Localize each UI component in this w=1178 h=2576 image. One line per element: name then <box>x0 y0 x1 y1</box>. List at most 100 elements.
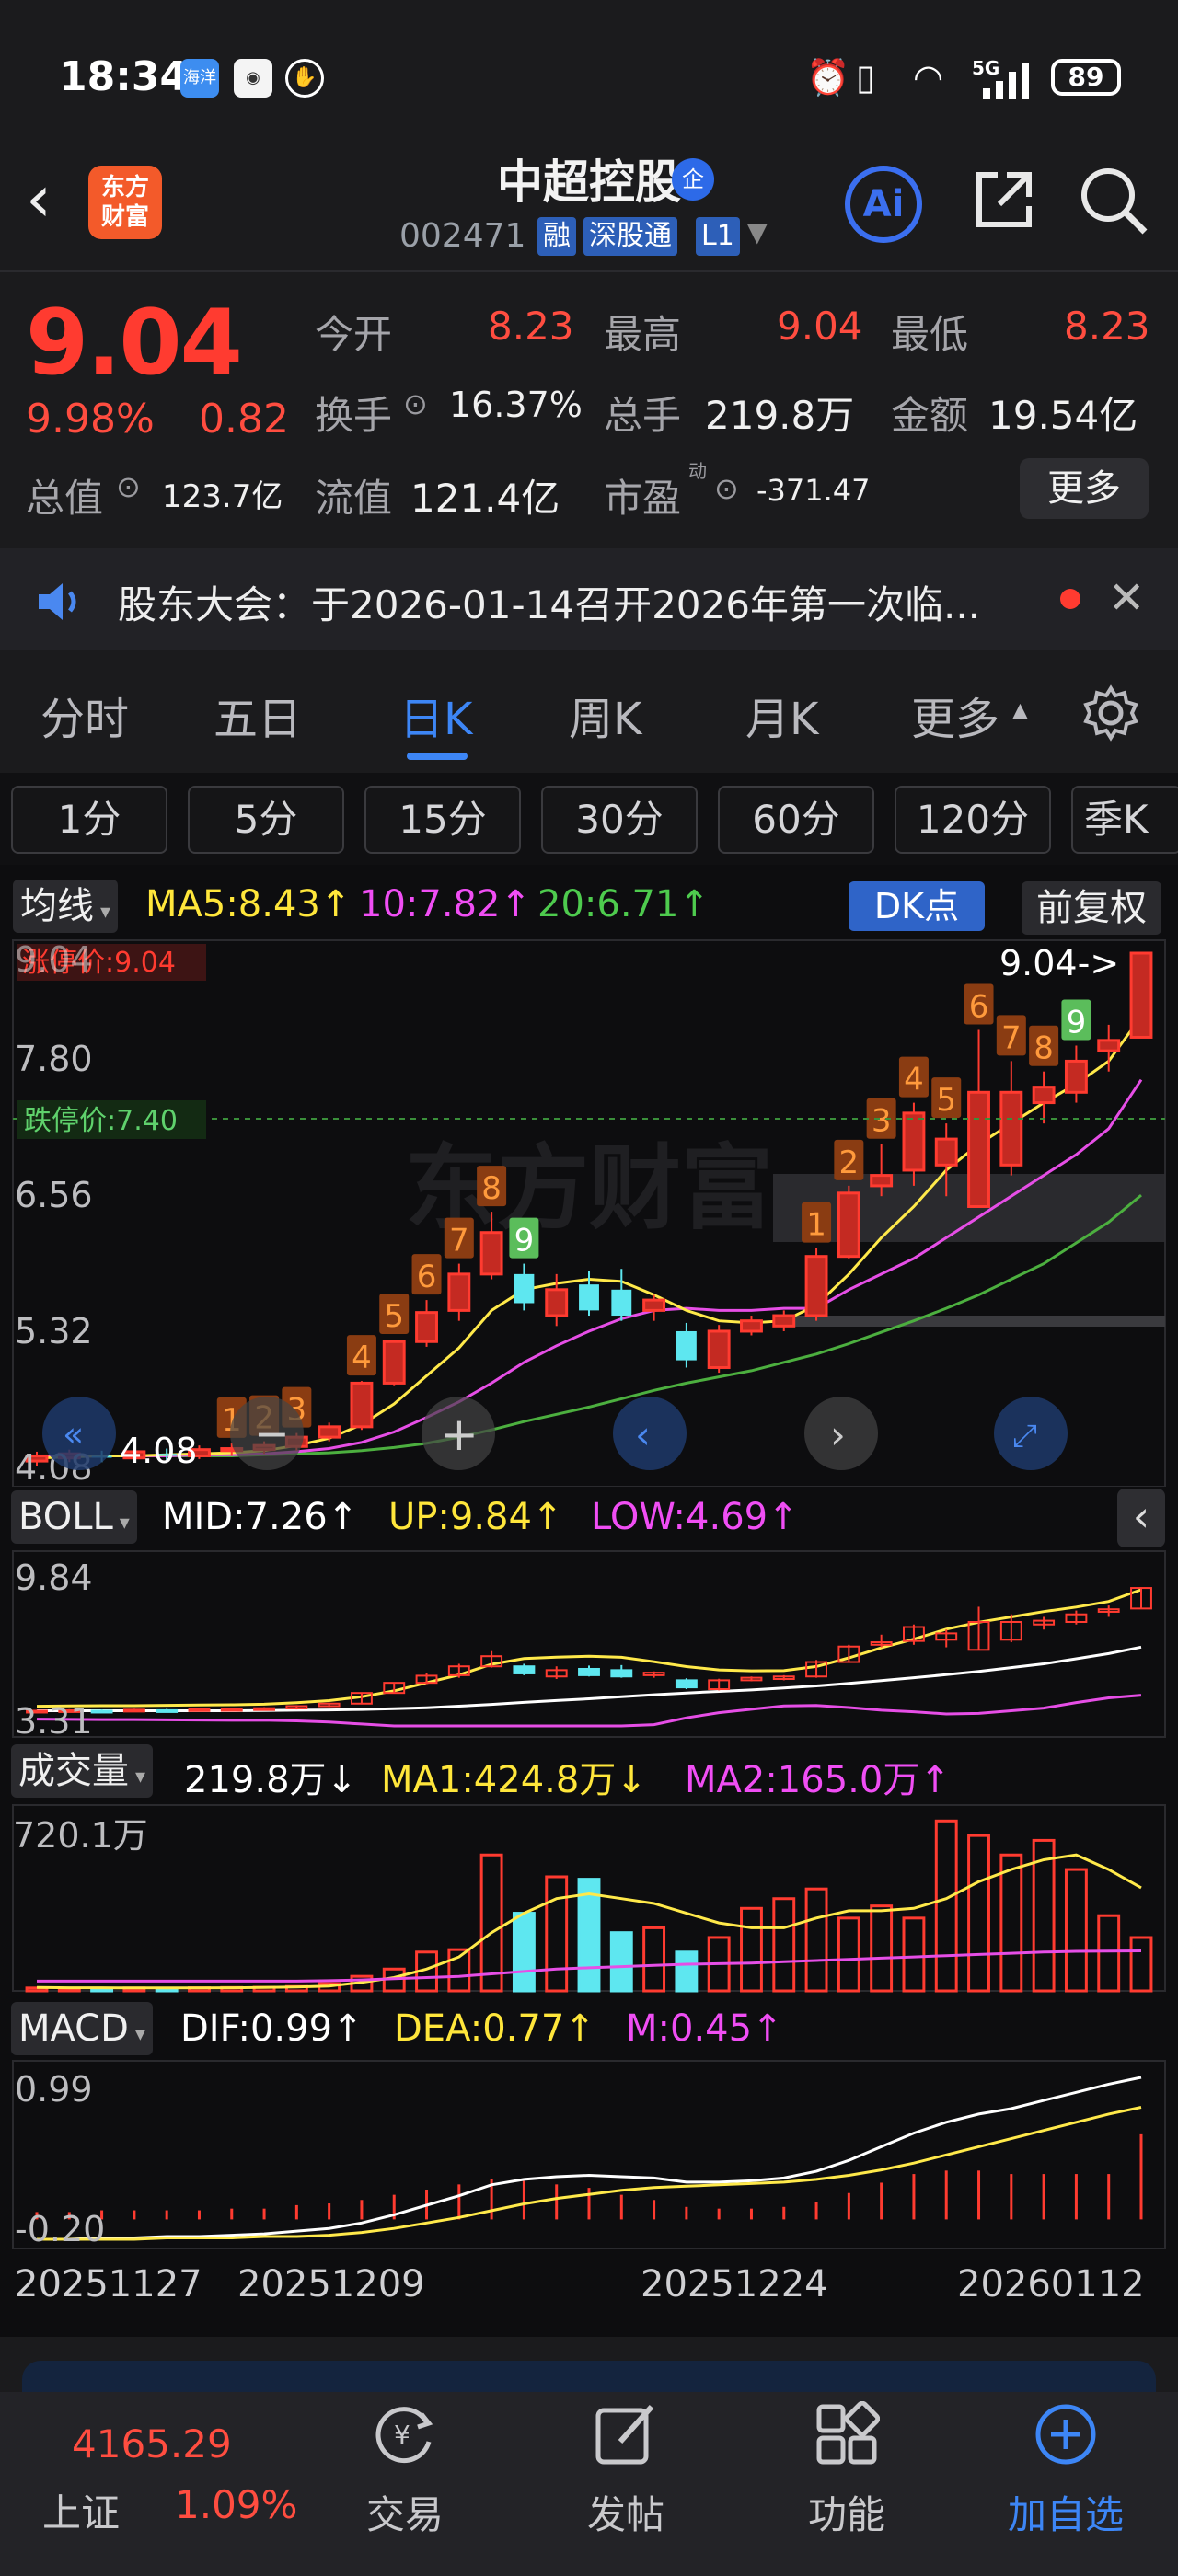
macd-name: MACD <box>18 2007 129 2050</box>
volume-bar <box>967 1834 990 1993</box>
tab-more[interactable]: 更多 <box>911 683 999 747</box>
support-line <box>773 1316 1165 1327</box>
search-icon[interactable] <box>1079 166 1149 236</box>
boll-candle-body <box>253 1707 275 1711</box>
ma10-label: 10:7.82↑ <box>359 883 531 926</box>
x-date-4: 20260112 <box>957 2263 1145 2306</box>
notice-text[interactable]: 股东大会：于2026-01-14召开2026年第一次临... <box>118 574 980 630</box>
macd-dif-label: DIF:0.99↑ <box>180 2007 364 2050</box>
volume-bar <box>609 1931 633 1993</box>
period-1min[interactable]: 1分 <box>11 786 167 854</box>
browser-notification-icon: ◉ <box>234 59 272 98</box>
enterprise-badge: 企 <box>672 158 714 201</box>
info-icon[interactable]: ⊙ <box>403 386 428 421</box>
ai-assistant-icon[interactable]: Ai <box>845 166 922 243</box>
period-5min[interactable]: 5分 <box>188 786 344 854</box>
macd-indicator-selector[interactable]: MACD ▾ <box>11 2002 153 2055</box>
macd-dea-line <box>37 2106 1142 2241</box>
logo-line1: 东方 <box>100 174 149 201</box>
macd-dea-label: DEA:0.77↑ <box>394 2007 595 2050</box>
collapse-panel-button[interactable]: ‹ <box>1117 1489 1165 1547</box>
caret-up-icon: ▲ <box>1012 699 1028 722</box>
gear-icon[interactable] <box>1082 684 1139 742</box>
float-cap-label: 流值 <box>315 476 393 521</box>
candlestick-chart[interactable]: 东方财富 123456789123456789 涨停价:9.04 9.04 跌停… <box>0 935 1178 1487</box>
index-value[interactable]: 4165.29 <box>72 2421 232 2467</box>
low-price-marker: 4.08 <box>120 1431 198 1471</box>
boll-indicator-selector[interactable]: BOLL ▾ <box>11 1490 137 1544</box>
index-name[interactable]: 上证 <box>42 2482 120 2538</box>
tab-daily-k[interactable]: 日K <box>399 683 472 747</box>
functions-icon[interactable] <box>814 2401 880 2467</box>
trade-icon[interactable]: ¥ <box>372 2401 438 2467</box>
info-icon[interactable]: ⊙ <box>714 471 739 506</box>
period-quarterly[interactable]: 季K <box>1071 786 1178 854</box>
dk-point-button[interactable]: DK点 <box>849 881 985 931</box>
volume-bar <box>479 1853 503 1993</box>
back-icon[interactable]: ‹ <box>26 167 72 231</box>
stock-name[interactable]: 中超控股 <box>405 145 773 212</box>
y-tick-3: 6.56 <box>15 1175 93 1215</box>
x-date-1: 20251127 <box>15 2263 202 2306</box>
share-icon[interactable] <box>970 166 1038 234</box>
nav-add-watchlist[interactable]: 加自选 <box>992 2484 1139 2540</box>
change-amount: 0.82 <box>199 396 289 443</box>
info-icon[interactable]: ⊙ <box>116 469 141 504</box>
volume-indicator-selector[interactable]: 成交量 ▾ <box>11 1744 154 1798</box>
period-30min[interactable]: 30分 <box>541 786 698 854</box>
header-divider <box>0 270 1178 272</box>
add-watchlist-icon[interactable] <box>1033 2401 1099 2467</box>
period-60min[interactable]: 60分 <box>718 786 874 854</box>
td-count-label: 9 <box>1067 1004 1087 1041</box>
battery-indicator: 89 <box>1051 59 1121 96</box>
td-count-label: 7 <box>1001 1019 1022 1056</box>
volume-chart[interactable]: 720.1万 <box>0 1803 1178 1993</box>
double-chevron-left-icon: « <box>63 1414 84 1455</box>
macd-y-bottom: -0.20 <box>15 2209 105 2249</box>
latest-price-marker: 9.04-> <box>999 943 1119 983</box>
candle-body <box>870 1174 894 1188</box>
close-icon[interactable]: ✕ <box>1108 572 1145 624</box>
stock-connect-tag: 深股通 <box>583 217 677 256</box>
volume-value-label: 219.8万↓ <box>184 1759 358 1801</box>
tab-monthly-k[interactable]: 月K <box>745 683 818 747</box>
ma20-label: 20:6.71↑ <box>537 883 710 926</box>
tab-five-day[interactable]: 五日 <box>214 683 302 747</box>
index-change-pct[interactable]: 1.09% <box>175 2482 297 2527</box>
td-count-label: 4 <box>904 1062 924 1098</box>
adjust-mode-button[interactable]: 前复权 <box>1022 881 1161 935</box>
candle-body <box>415 1311 438 1343</box>
td-count-label: 4 <box>352 1340 372 1376</box>
candle-body <box>740 1319 763 1333</box>
turnover-value: 16.37% <box>449 385 583 425</box>
open-label: 今开 <box>315 312 393 357</box>
td-count-label: 7 <box>449 1223 469 1259</box>
volume-bar <box>772 1897 796 1993</box>
volume-bar <box>870 1904 894 1993</box>
volume-bar <box>1129 1936 1153 1993</box>
volume-value: 219.8万 <box>705 393 855 438</box>
y-tick-2: 7.80 <box>15 1039 93 1079</box>
nav-functions[interactable]: 功能 <box>773 2484 920 2540</box>
nav-post[interactable]: 发帖 <box>552 2484 699 2540</box>
turnover-label: 换手 <box>315 393 393 438</box>
nav-trade[interactable]: 交易 <box>331 2484 479 2540</box>
y-tick-top: 9.04 <box>15 939 93 980</box>
period-15min[interactable]: 15分 <box>364 786 521 854</box>
period-120min[interactable]: 120分 <box>895 786 1051 854</box>
tab-weekly-k[interactable]: 周K <box>569 683 641 747</box>
dropdown-icon: ▾ <box>112 1512 130 1535</box>
boll-candle-body <box>220 1708 243 1712</box>
more-button[interactable]: 更多 <box>1020 458 1149 519</box>
ma-indicator-selector[interactable]: 均线 ▾ <box>13 880 119 933</box>
macd-chart[interactable]: 0.99 -0.20 <box>0 2059 1178 2250</box>
tab-intraday[interactable]: 分时 <box>40 683 129 747</box>
chevron-down-icon[interactable]: ▼ <box>747 217 768 247</box>
candle-body <box>1129 951 1153 1039</box>
boll-candle-body <box>675 1679 698 1689</box>
volume-name: 成交量 <box>18 1750 129 1792</box>
boll-candle-body <box>122 1708 145 1713</box>
boll-chart[interactable]: 9.84 3.31 <box>0 1549 1178 1739</box>
post-icon[interactable] <box>593 2401 659 2467</box>
boll-candle-body <box>90 1709 113 1714</box>
